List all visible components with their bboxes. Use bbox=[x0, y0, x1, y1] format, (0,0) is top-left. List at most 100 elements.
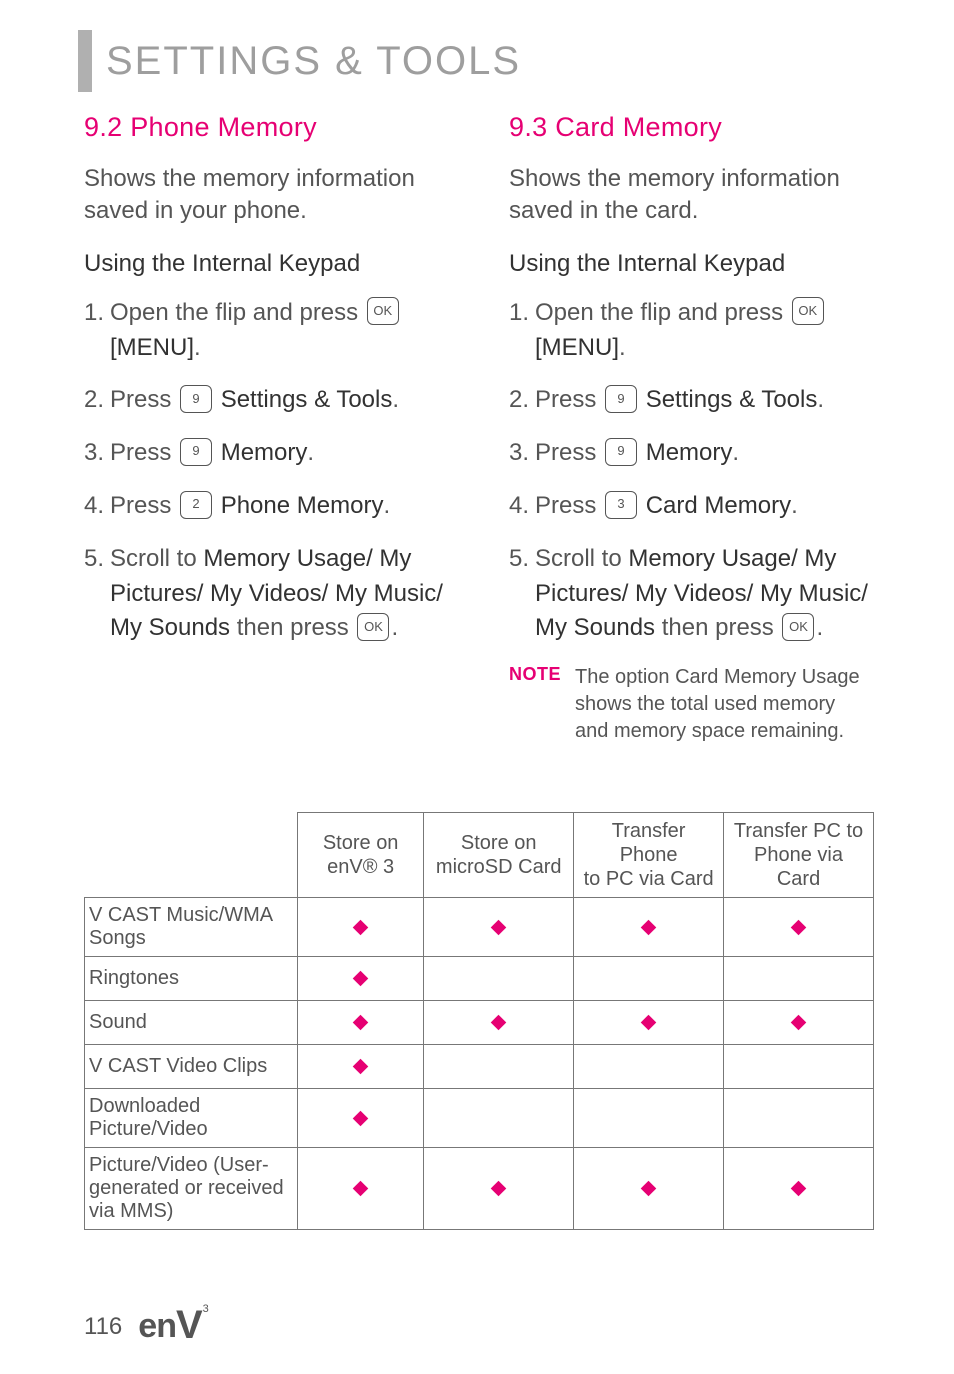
table-cell bbox=[724, 1045, 874, 1089]
step-number: 4. bbox=[84, 489, 106, 524]
step-text: then press bbox=[662, 614, 774, 641]
th-line: to PC via Card bbox=[584, 868, 714, 890]
step-bold: Settings & Tools bbox=[221, 386, 393, 413]
list-item: 5. Scroll to Memory Usage/ My Pictures/ … bbox=[509, 542, 874, 646]
nine-key-icon: 9 bbox=[605, 385, 637, 413]
subheading: Using the Internal Keypad bbox=[84, 250, 449, 278]
diamond-icon bbox=[491, 1181, 507, 1197]
step-text: Press bbox=[110, 439, 171, 466]
table-cell bbox=[724, 957, 874, 1001]
list-item: 1. Open the flip and press OK [MENU]. bbox=[509, 296, 874, 366]
step-number: 4. bbox=[509, 489, 531, 524]
right-column: 9.3 Card Memory Shows the memory informa… bbox=[509, 112, 874, 745]
table-cell bbox=[724, 898, 874, 957]
table-header: Store on enV® 3 bbox=[298, 813, 424, 898]
list-item: 1. Open the flip and press OK [MENU]. bbox=[84, 296, 449, 366]
table-cell bbox=[298, 898, 424, 957]
diamond-icon bbox=[353, 919, 369, 935]
step-text: Press bbox=[535, 492, 596, 519]
row-label: V CAST Video Clips bbox=[85, 1045, 298, 1089]
step-text: Scroll to bbox=[535, 545, 622, 572]
row-label: Ringtones bbox=[85, 957, 298, 1001]
list-item: 4. Press 2 Phone Memory. bbox=[84, 489, 449, 524]
step-bold: Memory bbox=[646, 439, 733, 466]
subheading: Using the Internal Keypad bbox=[509, 250, 874, 278]
step-number: 3. bbox=[509, 436, 531, 471]
two-column-layout: 9.2 Phone Memory Shows the memory inform… bbox=[84, 112, 874, 745]
diamond-icon bbox=[353, 1059, 369, 1075]
table-cell bbox=[574, 1001, 724, 1045]
step-number: 1. bbox=[84, 296, 106, 366]
row-label: Downloaded Picture/Video bbox=[85, 1089, 298, 1148]
brand-sup: 3 bbox=[203, 1303, 208, 1315]
table-cell bbox=[574, 1089, 724, 1148]
table-cell bbox=[424, 957, 574, 1001]
section-heading-card-memory: 9.3 Card Memory bbox=[509, 112, 874, 143]
table-header: Transfer PC to Phone via Card bbox=[724, 813, 874, 898]
table-cell bbox=[574, 1045, 724, 1089]
section-heading-phone-memory: 9.2 Phone Memory bbox=[84, 112, 449, 143]
table-row: V CAST Music/WMA Songs bbox=[85, 898, 874, 957]
step-number: 2. bbox=[84, 383, 106, 418]
table-row: V CAST Video Clips bbox=[85, 1045, 874, 1089]
th-line: Phone via Card bbox=[754, 844, 843, 890]
step-number: 5. bbox=[509, 542, 531, 646]
diamond-icon bbox=[791, 1181, 807, 1197]
table-row: Ringtones bbox=[85, 957, 874, 1001]
th-line: Store on bbox=[461, 832, 537, 854]
table-header-blank bbox=[85, 813, 298, 898]
brand-letter: n bbox=[156, 1307, 176, 1346]
diamond-icon bbox=[491, 1015, 507, 1031]
th-line: enV® 3 bbox=[327, 856, 394, 878]
title-accent-bar bbox=[78, 30, 92, 92]
three-key-icon: 3 bbox=[605, 491, 637, 519]
row-label: Sound bbox=[85, 1001, 298, 1045]
table-cell bbox=[298, 957, 424, 1001]
table-cell bbox=[724, 1089, 874, 1148]
nine-key-icon: 9 bbox=[605, 438, 637, 466]
diamond-icon bbox=[353, 1110, 369, 1126]
ok-key-icon: OK bbox=[792, 297, 824, 325]
step-text: Open the flip and press bbox=[535, 299, 783, 326]
diamond-icon bbox=[791, 919, 807, 935]
capability-table: Store on enV® 3 Store on microSD Card Tr… bbox=[84, 812, 874, 1230]
note-label: NOTE bbox=[509, 664, 561, 745]
step-text: Press bbox=[535, 386, 596, 413]
table-cell bbox=[298, 1089, 424, 1148]
list-item: 3. Press 9 Memory. bbox=[84, 436, 449, 471]
diamond-icon bbox=[353, 1181, 369, 1197]
table-cell bbox=[724, 1001, 874, 1045]
ok-key-icon: OK bbox=[357, 613, 389, 641]
step-bold: [MENU] bbox=[110, 334, 194, 361]
step-text: Open the flip and press bbox=[110, 299, 358, 326]
table-cell bbox=[424, 1148, 574, 1230]
left-column: 9.2 Phone Memory Shows the memory inform… bbox=[84, 112, 449, 745]
diamond-icon bbox=[353, 1015, 369, 1031]
table-cell bbox=[574, 957, 724, 1001]
diamond-icon bbox=[641, 1181, 657, 1197]
table-cell bbox=[424, 898, 574, 957]
step-list: 1. Open the flip and press OK [MENU]. 2.… bbox=[84, 296, 449, 646]
table-cell bbox=[424, 1045, 574, 1089]
table-cell bbox=[298, 1001, 424, 1045]
step-bold: Memory bbox=[221, 439, 308, 466]
brand-letter: e bbox=[138, 1307, 156, 1346]
page-footer: 116 enV3 bbox=[84, 1307, 207, 1346]
row-label: Picture/Video (User-generated or receive… bbox=[85, 1148, 298, 1230]
table-cell bbox=[574, 1148, 724, 1230]
step-bold: Phone Memory bbox=[221, 492, 384, 519]
step-bold: Card Memory bbox=[646, 492, 791, 519]
th-line: Store on bbox=[323, 832, 399, 854]
list-item: 2. Press 9 Settings & Tools. bbox=[509, 383, 874, 418]
table-cell bbox=[424, 1001, 574, 1045]
list-item: 3. Press 9 Memory. bbox=[509, 436, 874, 471]
diamond-icon bbox=[791, 1015, 807, 1031]
step-bold: Settings & Tools bbox=[646, 386, 818, 413]
page-number: 116 bbox=[84, 1313, 122, 1341]
nine-key-icon: 9 bbox=[180, 385, 212, 413]
note-text: The option Card Memory Usage shows the t… bbox=[575, 664, 874, 745]
step-text: Press bbox=[110, 386, 171, 413]
table-cell bbox=[298, 1045, 424, 1089]
table-row: Sound bbox=[85, 1001, 874, 1045]
table-row: Picture/Video (User-generated or receive… bbox=[85, 1148, 874, 1230]
